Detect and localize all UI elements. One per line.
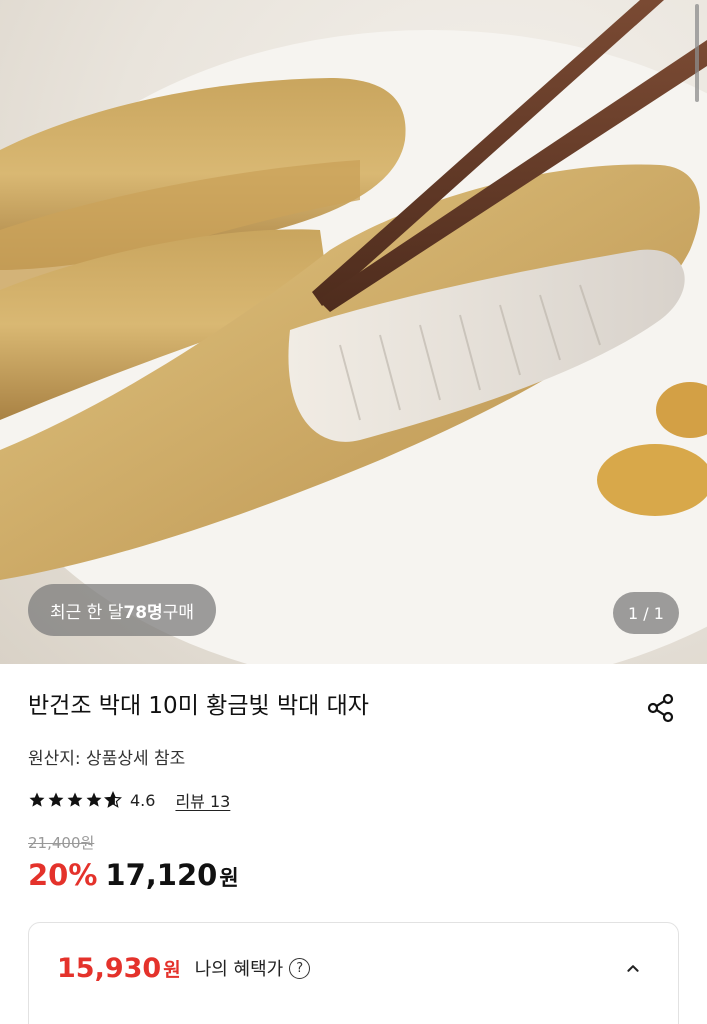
chevron-up-icon[interactable] [622, 957, 644, 979]
benefit-label: 나의 혜택가 [194, 959, 284, 980]
original-price: 21,400원 [28, 834, 95, 852]
price-row: 20% 17,120 원 [28, 858, 239, 892]
star-half-icon [104, 791, 122, 808]
benefit-price-unit: 원 [163, 958, 181, 981]
benefit-price: 15,930 [57, 952, 162, 984]
product-title: 반건조 박대 10미 황금빛 박대 대자 [28, 693, 369, 719]
product-photo [0, 0, 707, 664]
purchase-prefix: 최근 한 달 [50, 602, 124, 623]
product-image-carousel[interactable]: 최근 한 달 78명 구매 1 / 1 [0, 0, 707, 664]
rating-row: 4.6 리뷰 13 [28, 788, 230, 812]
pager-text: 1 / 1 [628, 603, 664, 623]
rating-value: 4.6 [130, 790, 156, 810]
purchase-count: 78명 [123, 602, 163, 623]
sale-price: 17,120 [105, 858, 218, 892]
star-icon [29, 792, 45, 807]
purchase-suffix: 구매 [162, 602, 194, 623]
star-icon [48, 792, 64, 807]
question-circle-icon[interactable]: ? [289, 957, 311, 979]
scroll-indicator [695, 4, 699, 102]
benefit-price-panel[interactable]: 15,930 원 나의 혜택가 ? [28, 922, 679, 1024]
share-button[interactable] [643, 690, 679, 726]
star-icon [86, 792, 102, 807]
recent-purchase-badge: 최근 한 달 78명 구매 [28, 584, 216, 636]
star-icon [67, 792, 83, 807]
sale-price-unit: 원 [219, 866, 239, 890]
origin-info: 원산지: 상품상세 참조 [28, 749, 186, 769]
image-pager: 1 / 1 [613, 592, 679, 634]
share-icon [647, 693, 674, 723]
discount-rate: 20% [28, 858, 98, 892]
review-link[interactable]: 리뷰 13 [175, 788, 230, 812]
rating-stars [28, 791, 122, 809]
benefit-header[interactable]: 15,930 원 나의 혜택가 ? [29, 923, 678, 1013]
